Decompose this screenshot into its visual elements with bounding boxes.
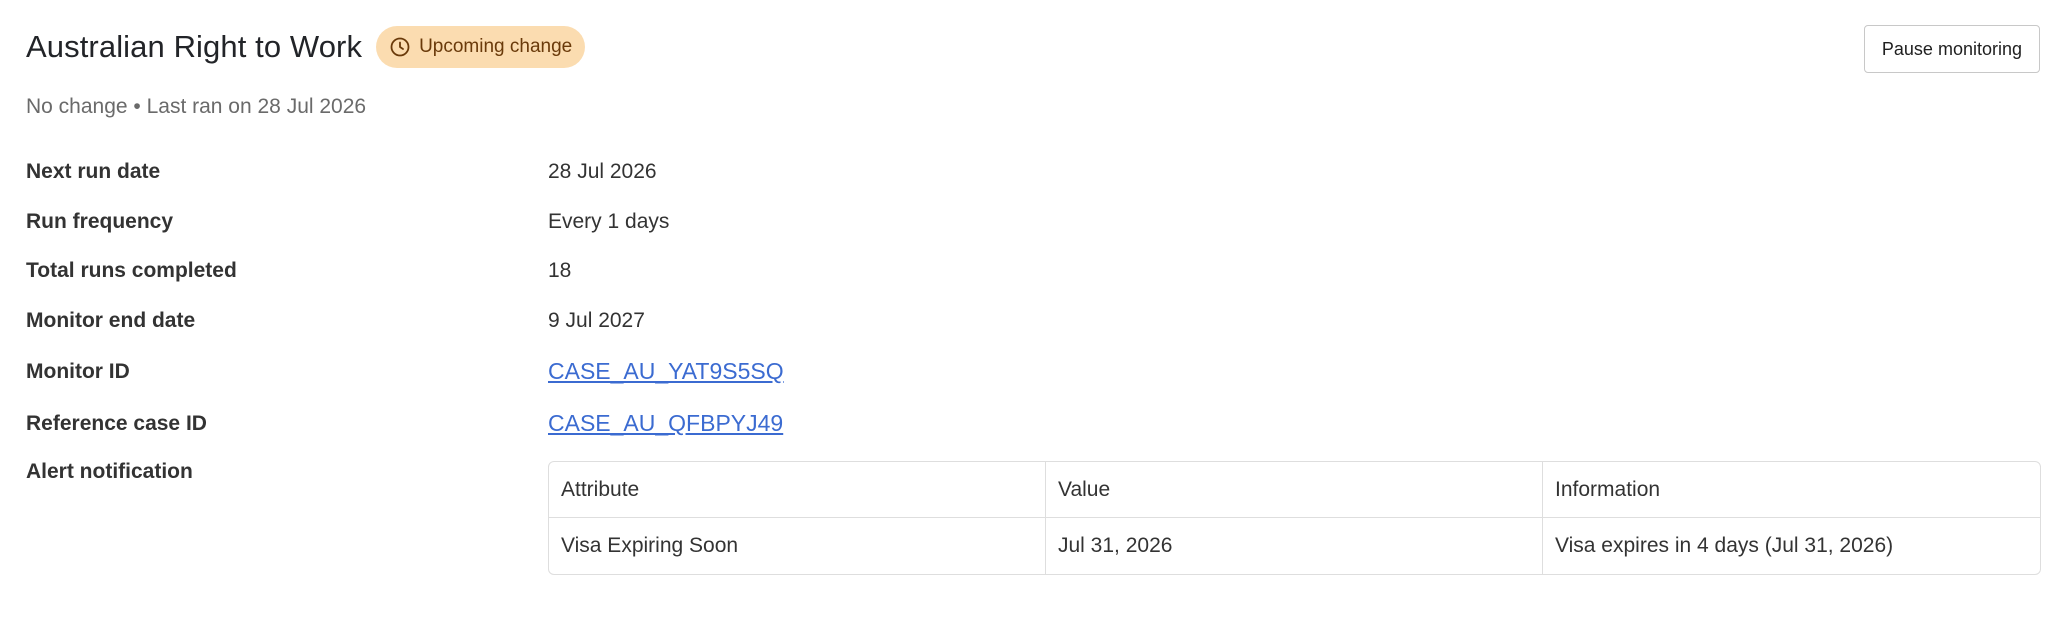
detail-label: Alert notification [26, 460, 193, 483]
detail-row-total-runs: Total runs completed 18 [26, 259, 2041, 283]
detail-value: 28 Jul 2026 [548, 160, 657, 183]
detail-label: Monitor ID [26, 359, 130, 383]
detail-label: Run frequency [26, 210, 174, 233]
detail-row-monitor-end-date: Monitor end date 9 Jul 2027 [26, 309, 2041, 333]
table-row: Visa Expiring Soon Jul 31, 2026 Visa exp… [549, 518, 2040, 574]
detail-row-run-frequency: Run frequency Every 1 days [26, 210, 2041, 234]
reference-case-id-link[interactable]: CASE_AU_QFBPYJ49 [548, 410, 783, 437]
page-title: Australian Right to Work [26, 29, 363, 64]
cell-information: Visa expires in 4 days (Jul 31, 2026) [1555, 534, 1894, 557]
table-header-row: Attribute Value Information [549, 462, 2040, 518]
cell-value: Jul 31, 2026 [1046, 518, 1543, 574]
column-header-information: Information [1543, 462, 2040, 518]
pause-monitoring-button[interactable]: Pause monitoring [1863, 25, 2040, 73]
column-header-attribute: Attribute [549, 462, 1046, 518]
status-badge-label: Upcoming change [419, 36, 573, 57]
status-subtitle: No change • Last ran on 28 Jul 2026 [26, 95, 367, 118]
header: Australian Right to Work Upcoming change [26, 26, 586, 68]
detail-label: Next run date [26, 160, 161, 183]
detail-label: Monitor end date [26, 309, 196, 332]
detail-value: 18 [548, 259, 572, 282]
detail-value: 9 Jul 2027 [548, 309, 645, 332]
column-header-value: Value [1046, 462, 1543, 518]
monitor-id-link[interactable]: CASE_AU_YAT9S5SQ [548, 358, 784, 385]
status-badge: Upcoming change [376, 26, 586, 68]
detail-label: Total runs completed [26, 259, 237, 282]
alert-notification-table: Attribute Value Information Visa Expirin… [548, 461, 2041, 575]
detail-value: Every 1 days [548, 210, 670, 233]
clock-icon [389, 36, 411, 58]
detail-row-monitor-id: Monitor ID CASE_AU_YAT9S5SQ [26, 358, 2041, 385]
cell-attribute: Visa Expiring Soon [549, 518, 1046, 574]
detail-row-next-run-date: Next run date 28 Jul 2026 [26, 160, 2041, 184]
detail-label: Reference case ID [26, 411, 207, 435]
detail-row-reference-case-id: Reference case ID CASE_AU_QFBPYJ49 [26, 410, 2041, 437]
monitor-detail-page: Australian Right to Work Upcoming change… [0, 0, 2061, 620]
